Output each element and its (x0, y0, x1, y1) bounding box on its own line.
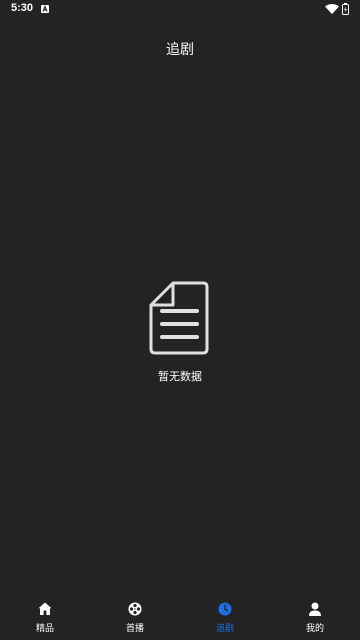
nav-item-premiere[interactable]: 首播 (90, 596, 180, 640)
nav-item-featured[interactable]: 精品 (0, 596, 90, 640)
nav-label-following: 追剧 (215, 624, 234, 634)
nav-label-featured: 精品 (35, 624, 54, 634)
battery-icon (342, 3, 349, 15)
home-icon (38, 602, 52, 615)
wifi-icon (325, 4, 339, 14)
page-title: 追剧 (166, 42, 194, 58)
film-reel-icon (128, 602, 142, 616)
nav-item-following[interactable]: 追剧 (180, 596, 270, 640)
nav-label-mine: 我的 (305, 624, 324, 634)
document-icon (149, 281, 209, 355)
status-bar: 5:30 (0, 0, 360, 18)
user-icon (309, 602, 321, 616)
a-notification-icon (41, 5, 49, 13)
nav-item-mine[interactable]: 我的 (270, 596, 360, 640)
bottom-nav: 精品 首播 追剧 我的 (0, 596, 360, 640)
clock-icon (218, 602, 232, 616)
empty-state-message: 暂无数据 (158, 370, 202, 383)
nav-label-premiere: 首播 (125, 624, 144, 634)
status-time: 5:30 (11, 2, 34, 14)
